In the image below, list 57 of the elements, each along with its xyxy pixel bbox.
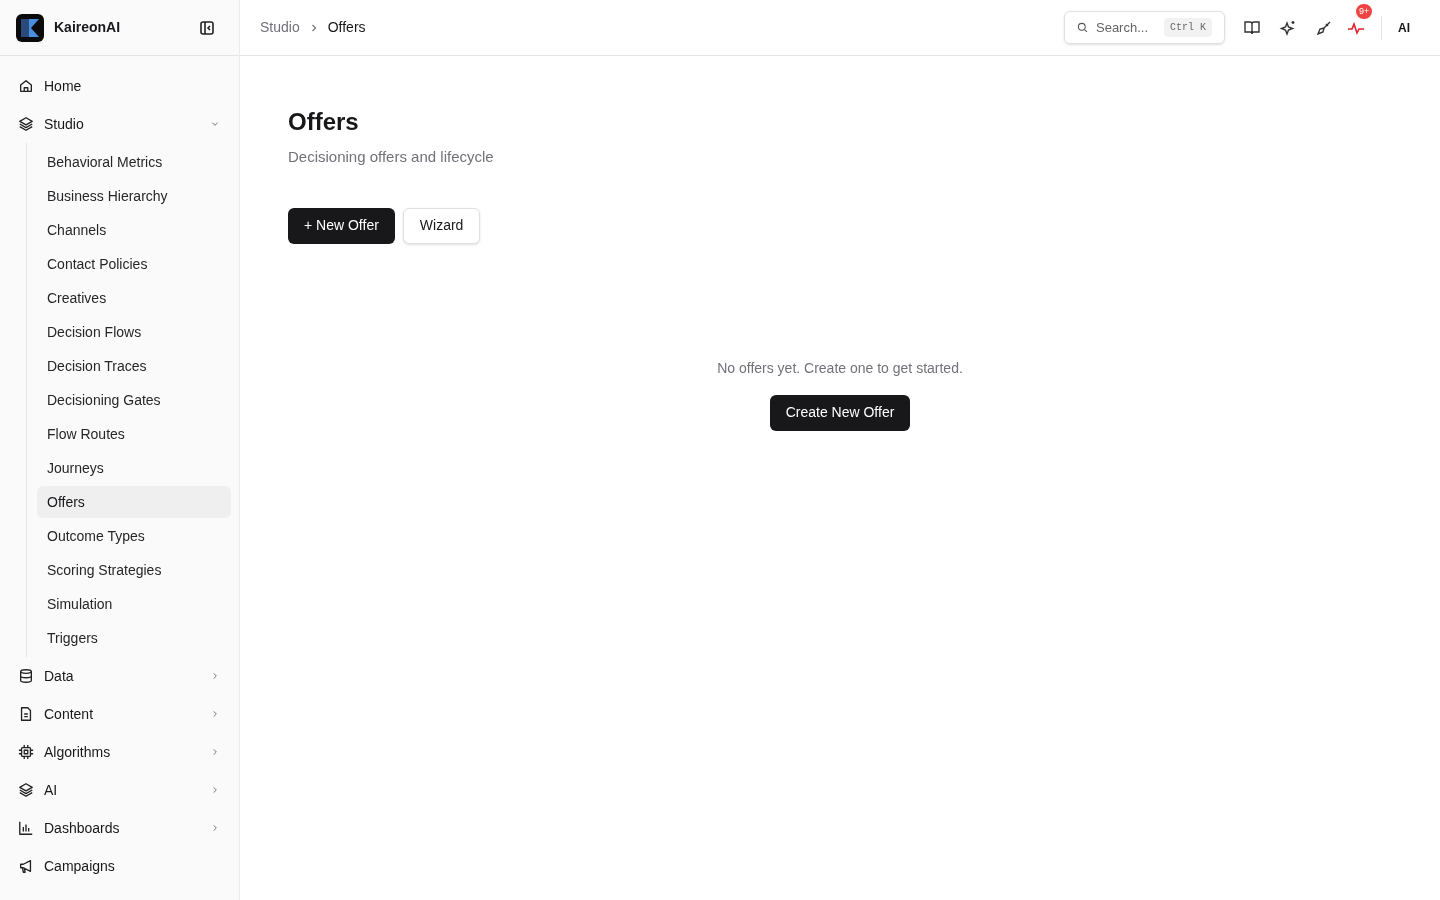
nav-item[interactable]: Dashboards [8, 809, 231, 847]
nav-label: Home [44, 76, 83, 96]
megaphone-icon [18, 858, 34, 874]
sidebar-toggle-icon [199, 19, 215, 36]
notification-badge: 9+ [1356, 3, 1373, 19]
nav-subitem[interactable]: Flow Routes [37, 418, 231, 450]
nav-label: Content [44, 704, 95, 724]
nav-item[interactable]: Algorithms [8, 733, 231, 771]
nav-subitem[interactable]: Offers [37, 486, 231, 518]
nav-item[interactable]: AI [8, 771, 231, 809]
nav-label: Dashboards [44, 818, 121, 838]
nav-subitem[interactable]: Simulation [37, 588, 231, 620]
logo-icon [16, 13, 44, 42]
breadcrumb-link[interactable]: Studio [260, 17, 300, 38]
nav-label: Campaigns [44, 856, 116, 876]
nav-label: Algorithms [44, 742, 112, 762]
nav-subitem[interactable]: Decision Flows [37, 316, 231, 348]
page-title: Offers [288, 108, 360, 136]
chip-icon [18, 744, 34, 760]
nav-item[interactable]: Home [8, 67, 231, 105]
nav-subitem[interactable]: Creatives [37, 282, 231, 314]
database-icon [18, 668, 34, 684]
nav-subitem[interactable]: Decision Traces [37, 350, 231, 382]
sparkles-icon [1279, 18, 1297, 37]
new-offer-button[interactable]: + New Offer [288, 207, 395, 244]
empty-state-message: No offers yet. Create one to get started. [717, 358, 963, 378]
create-offer-button[interactable]: Create New Offer [769, 394, 911, 431]
nav-subitem[interactable]: Triggers [37, 622, 231, 654]
brand-name: KaireonAI [54, 18, 121, 37]
nav-subitem[interactable]: Business Hierarchy [37, 180, 231, 212]
bar-chart-icon [18, 820, 34, 836]
nav-item[interactable]: Data [8, 657, 231, 695]
nav-item[interactable]: Content [8, 695, 231, 733]
nav-subitem[interactable]: Outcome Types [37, 520, 231, 552]
nav-item[interactable]: Studio [8, 105, 231, 143]
nav-subitem[interactable]: Decisioning Gates [37, 384, 231, 416]
nav-subitem[interactable]: Journeys [37, 452, 231, 484]
search-icon [1077, 20, 1088, 35]
user-avatar-button[interactable]: AI [1388, 11, 1420, 44]
nav-label: Studio [44, 114, 85, 134]
nav-subitem[interactable]: Contact Policies [37, 248, 231, 280]
breadcrumb-current: Offers [327, 18, 366, 37]
document-icon [18, 706, 34, 722]
nav-subitem[interactable]: Channels [37, 214, 231, 246]
page-subtitle: Decisioning offers and lifecycle [288, 147, 495, 167]
shortcut-hint: Ctrl K [1164, 18, 1212, 37]
nav-subitem[interactable]: Scoring Strategies [37, 554, 231, 586]
nav-label: AI [44, 780, 59, 800]
book-icon [1243, 18, 1261, 37]
nav-item[interactable]: Campaigns [8, 847, 231, 885]
wizard-button[interactable]: Wizard [402, 207, 481, 244]
home-icon [18, 78, 34, 94]
nav-label: Data [44, 666, 75, 686]
search-field[interactable]: Search... [1096, 17, 1156, 38]
layers-icon [18, 116, 34, 132]
nav-subitem[interactable]: Behavioral Metrics [37, 146, 231, 178]
layers-icon [18, 782, 34, 798]
